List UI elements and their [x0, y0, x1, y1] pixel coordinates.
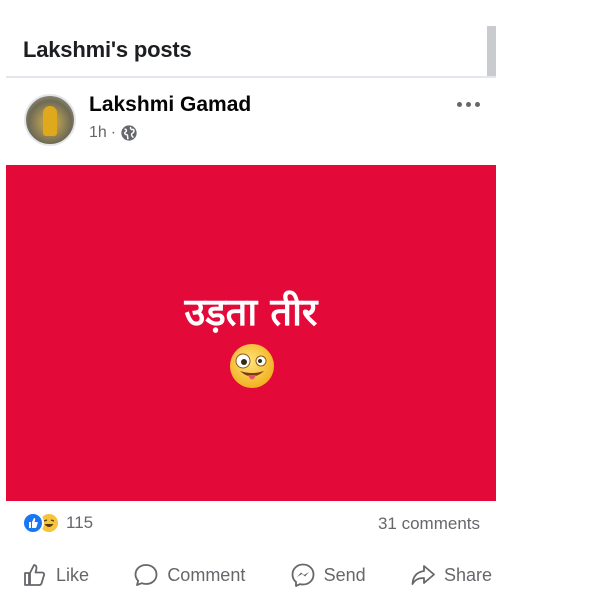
- send-label: Send: [323, 564, 366, 585]
- post-image[interactable]: उड़ता तीर: [6, 165, 496, 501]
- post-image-text: उड़ता तीर: [184, 290, 318, 334]
- reactions-summary[interactable]: 115: [22, 512, 93, 534]
- author-name[interactable]: Lakshmi Gamad: [89, 93, 251, 117]
- more-dot: [465, 101, 471, 107]
- page-header: Lakshmi's posts: [6, 26, 496, 78]
- avatar-figure: [43, 106, 57, 136]
- like-label: Like: [56, 564, 90, 585]
- share-icon: [411, 565, 435, 585]
- scrollbar[interactable]: [487, 26, 496, 76]
- share-button[interactable]: Share: [410, 562, 492, 588]
- more-options-icon[interactable]: [450, 92, 486, 116]
- comment-label: Comment: [167, 564, 246, 585]
- page: Lakshmi's posts Lakshmi Gamad 1h · उड़ता…: [0, 0, 616, 604]
- zany-face-emoji: [230, 344, 274, 388]
- comment-icon: [134, 564, 158, 586]
- send-button[interactable]: Send: [290, 562, 366, 588]
- comment-button[interactable]: Comment: [133, 562, 245, 588]
- messenger-icon: [291, 563, 315, 587]
- comments-count[interactable]: 31 comments: [378, 514, 480, 534]
- more-dot: [474, 101, 480, 107]
- post-time[interactable]: 1h: [89, 124, 107, 142]
- globe-icon: [121, 125, 137, 141]
- like-button[interactable]: Like: [22, 562, 89, 588]
- avatar[interactable]: [24, 94, 76, 146]
- post-actions: Like Comment Send Share: [22, 558, 492, 592]
- more-dot: [456, 101, 462, 107]
- post-meta: 1h ·: [89, 124, 138, 142]
- share-label: Share: [443, 564, 492, 585]
- reaction-count: 115: [66, 513, 94, 532]
- page-title: Lakshmi's posts: [23, 37, 192, 62]
- like-reaction-icon: [22, 512, 44, 534]
- meta-separator: ·: [110, 124, 117, 141]
- thumbs-up-icon: [24, 564, 46, 586]
